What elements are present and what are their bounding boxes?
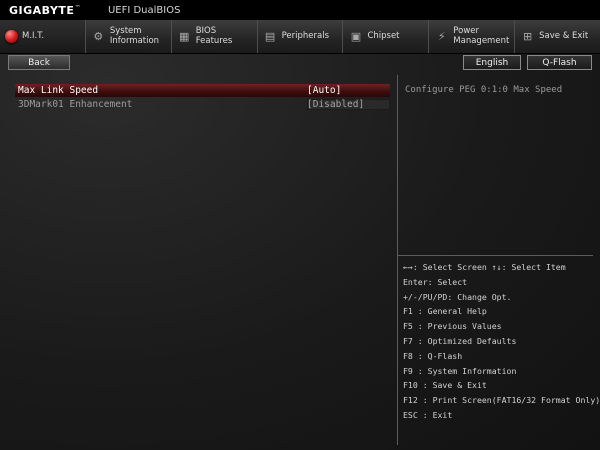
gigabyte-logo: GIGABYTE™ [9,3,81,17]
key-hint: F10 : Save & Exit [403,380,487,391]
panel-divider-vertical [397,75,398,445]
tab-bios-features[interactable]: ▦ BIOS Features [172,20,258,53]
key-hint: F12 : Print Screen(FAT16/32 Format Only) [403,395,600,406]
help-description: Configure PEG 0:1:0 Max Speed [405,85,563,95]
key-hint: F5 : Previous Values [403,321,502,332]
setting-label: 3DMark01 Enhancement [18,99,133,110]
title-bar: GIGABYTE™ UEFI DualBIOS [0,0,600,20]
tab-save-exit[interactable]: ⊞ Save & Exit [515,20,600,53]
tab-chipset[interactable]: ▣ Chipset [343,20,430,53]
key-hint: +/-/PU/PD: Change Opt. [403,291,512,302]
chipset-icon: ▣ [350,30,362,43]
power-icon: ⚡ [437,30,446,43]
key-hint: ←→: Select Screen ↑↓: Select Item [403,262,566,272]
key-hint: F9 : System Information [403,365,517,376]
tab-power-management[interactable]: ⚡ Power Management [429,20,516,53]
tab-peripherals[interactable]: ▤ Peripherals [258,20,344,53]
key-hint: ESC : Exit [403,409,453,420]
setting-label: Max Link Speed [18,85,99,96]
trademark-mark: ™ [74,3,81,11]
setting-value[interactable]: [Disabled] [307,99,390,110]
mit-icon [5,30,18,43]
key-hint: F7 : Optimized Defaults [403,335,517,346]
setting-row-max-link-speed[interactable]: Max Link Speed [Auto] [15,84,390,97]
chip-icon: ▦ [179,30,190,43]
setting-value[interactable]: [Auto] [307,85,390,96]
key-hint: Enter: Select [403,276,468,287]
gear-icon: ⚙ [93,30,104,43]
panel-divider-horizontal [397,255,593,256]
save-exit-icon: ⊞ [523,30,533,43]
tab-m-i-t[interactable]: M.I.T. [0,20,86,53]
language-button[interactable]: English [463,55,521,70]
key-hint: F1 : General Help [403,306,487,317]
qflash-button[interactable]: Q-Flash [527,55,592,70]
setting-row-3dmark01-enhancement[interactable]: 3DMark01 Enhancement [Disabled] [15,98,390,111]
key-legend: ←→: Select Screen ↑↓: Select Item Enter: … [403,260,600,423]
key-hint: F8 : Q-Flash [403,350,463,361]
bios-title: UEFI DualBIOS [107,4,181,16]
settings-list: Max Link Speed [Auto] 3DMark01 Enhanceme… [15,84,390,112]
peripherals-icon: ▤ [264,30,276,43]
back-button[interactable]: Back [8,55,70,70]
tab-system-information[interactable]: ⚙ System Information [86,20,172,53]
tab-bar: M.I.T. ⚙ System Information ▦ BIOS Featu… [0,20,600,54]
